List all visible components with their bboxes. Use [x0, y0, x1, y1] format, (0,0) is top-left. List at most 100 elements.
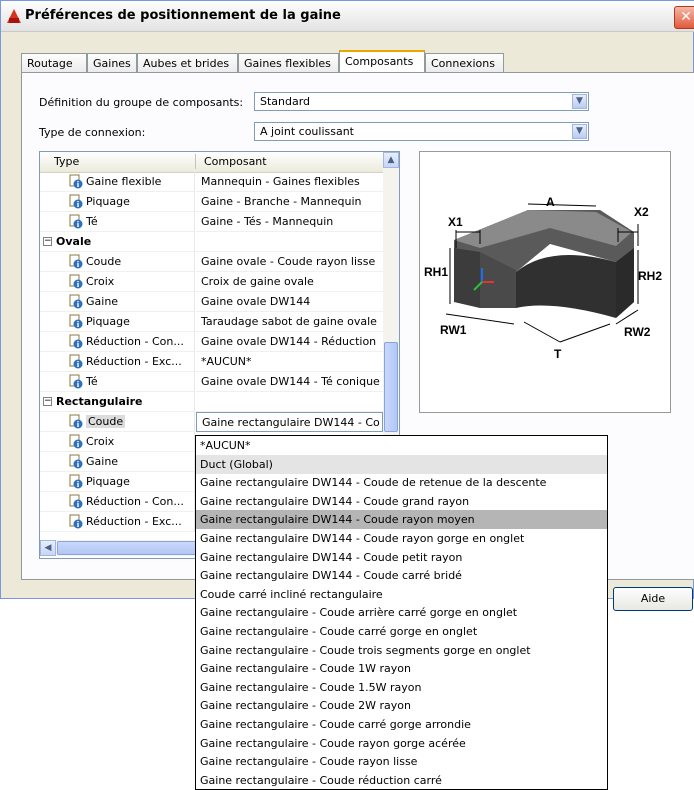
cell-component[interactable]: Gaine ovale DW144	[196, 292, 383, 312]
tab-gaines-flexibles[interactable]: Gaines flexibles	[238, 53, 339, 72]
cell-type[interactable]: Piquage	[40, 192, 195, 212]
table-row[interactable]: Piquage Taraudage sabot de gaine ovale	[40, 312, 383, 332]
row-component-value: Gaine ovale - Coude rayon lisse	[201, 255, 376, 268]
dropdown-option[interactable]: Gaine rectangulaire - Coude rayon gorge …	[196, 734, 607, 753]
table-row[interactable]: Té Gaine - Tés - Mannequin	[40, 212, 383, 232]
cell-type[interactable]: − Ovale	[40, 232, 195, 252]
dropdown-option[interactable]: Gaine rectangulaire - Coude 1.5W rayon	[196, 678, 607, 697]
cell-type[interactable]: Croix	[40, 272, 195, 292]
table-row[interactable]: Té Gaine ovale DW144 - Té conique	[40, 372, 383, 392]
scroll-left-icon[interactable]: ◀	[40, 540, 56, 556]
group-definition-value: Standard	[260, 95, 311, 108]
dim-label-t: T	[554, 347, 562, 361]
component-dropdown-list[interactable]: *AUCUN* Duct (Global) Gaine rectangulaire …	[195, 435, 608, 790]
tab-connexions[interactable]: Connexions	[425, 53, 504, 72]
dropdown-option[interactable]: Gaine rectangulaire DW144 - Coude rayon …	[196, 529, 607, 548]
table-row[interactable]: Piquage Gaine - Branche - Mannequin	[40, 192, 383, 212]
dropdown-option[interactable]: Gaine rectangulaire - Coude arrière carr…	[196, 603, 607, 622]
tab-composants[interactable]: Composants	[339, 50, 425, 72]
column-header-component[interactable]: Composant	[204, 155, 267, 168]
dropdown-option[interactable]: Duct (Global)	[196, 454, 607, 474]
dropdown-option[interactable]: Gaine rectangulaire - Coude 1W rayon	[196, 659, 607, 678]
cell-component[interactable]: Gaine - Branche - Mannequin	[196, 192, 383, 212]
dropdown-option[interactable]: Gaine rectangulaire DW144 - Coude rayon …	[196, 510, 607, 530]
dim-label-rw1: RW1	[440, 323, 467, 337]
dropdown-option[interactable]: Gaine rectangulaire - Coude rayon lisse	[196, 752, 607, 771]
table-row[interactable]: Gaine Gaine ovale DW144	[40, 292, 383, 312]
cell-component[interactable]: Gaine ovale - Coude rayon lisse	[196, 252, 383, 272]
cell-type[interactable]: Gaine	[40, 292, 195, 312]
component-combo-cell[interactable]: Gaine rectangulaire DW144 - Co	[196, 412, 383, 432]
connection-type-select[interactable]: A joint coulissant ▼	[254, 122, 589, 141]
component-info-icon	[69, 274, 83, 289]
cell-type[interactable]: − Rectangulaire	[40, 392, 195, 412]
dropdown-option[interactable]: Coude carré incliné rectangulaire	[196, 585, 607, 604]
table-row[interactable]: Gaine flexible Mannequin - Gaines flexibl…	[40, 172, 383, 192]
tab-aubes-brides[interactable]: Aubes et brides	[137, 53, 238, 72]
component-info-icon	[69, 334, 83, 349]
cell-type[interactable]: Piquage	[40, 312, 195, 332]
dropdown-option[interactable]: *AUCUN*	[196, 436, 607, 455]
cell-type[interactable]: Réduction - Con...	[40, 332, 195, 352]
help-button[interactable]: Aide	[613, 587, 693, 611]
cell-type[interactable]: Gaine	[40, 452, 195, 472]
hscroll-thumb[interactable]	[57, 541, 207, 555]
cell-component[interactable]: Taraudage sabot de gaine ovale	[196, 312, 383, 332]
chevron-down-icon[interactable]: ▼	[572, 94, 587, 109]
row-type-label: Té	[86, 215, 98, 228]
dropdown-option[interactable]: Gaine rectangulaire DW144 - Coude grand …	[196, 492, 607, 511]
cell-component[interactable]	[196, 392, 383, 412]
collapse-icon[interactable]: −	[43, 397, 52, 406]
row-component-value: *AUCUN*	[201, 355, 252, 368]
category-label: Ovale	[56, 235, 92, 248]
dropdown-option[interactable]: Gaine rectangulaire - Coude carré gorge …	[196, 622, 607, 641]
elbow-diagram: A X1 X2 RH1 RH2 RW1 RW2 T	[424, 195, 662, 361]
cell-component[interactable]: Mannequin - Gaines flexibles	[196, 172, 383, 192]
table-row[interactable]: Coude Gaine rectangulaire DW144 - Co	[40, 412, 383, 432]
close-button[interactable]: ✕	[674, 6, 694, 29]
dropdown-option[interactable]: Gaine rectangulaire DW144 - Coude petit …	[196, 548, 607, 567]
dropdown-option[interactable]: Gaine rectangulaire - Coude 2W rayon	[196, 696, 607, 715]
table-row[interactable]: Coude Gaine ovale - Coude rayon lisse	[40, 252, 383, 272]
table-row[interactable]: Croix Croix de gaine ovale	[40, 272, 383, 292]
tab-gaines[interactable]: Gaines	[87, 53, 137, 72]
row-type-label: Gaine	[86, 295, 119, 308]
grid-category-row[interactable]: − Ovale	[40, 232, 383, 252]
row-component-value: Gaine ovale DW144 - Té conique	[201, 375, 380, 388]
cell-component[interactable]: Gaine - Tés - Mannequin	[196, 212, 383, 232]
group-definition-select[interactable]: Standard ▼	[254, 92, 589, 111]
collapse-icon[interactable]: −	[43, 237, 52, 246]
cell-type[interactable]: Té	[40, 372, 195, 392]
column-header-type[interactable]: Type	[54, 155, 79, 168]
dropdown-option[interactable]: Gaine rectangulaire - Coude trois segmen…	[196, 641, 607, 660]
scroll-thumb[interactable]	[384, 342, 398, 432]
cell-component[interactable]	[196, 232, 383, 252]
cell-component[interactable]: *AUCUN*	[196, 352, 383, 372]
tab-routage[interactable]: Routage	[21, 53, 87, 72]
dropdown-option[interactable]: Gaine rectangulaire - Coude carré gorge …	[196, 715, 607, 734]
chevron-down-icon[interactable]: ▼	[572, 124, 587, 139]
row-type-label: Piquage	[86, 195, 130, 208]
column-divider[interactable]	[195, 154, 196, 169]
title-bar[interactable]: Préférences de positionnement de la gain…	[1, 1, 694, 32]
cell-type[interactable]: Réduction - Con...	[40, 492, 195, 512]
cell-type[interactable]: Gaine flexible	[40, 172, 195, 192]
table-row[interactable]: Réduction - Con... Gaine ovale DW144 - Ré…	[40, 332, 383, 352]
table-row[interactable]: Réduction - Exc... *AUCUN*	[40, 352, 383, 372]
cell-type[interactable]: Réduction - Exc...	[40, 352, 195, 372]
scroll-up-icon[interactable]: ▲	[383, 152, 399, 168]
cell-type[interactable]: Té	[40, 212, 195, 232]
cell-type[interactable]: Réduction - Exc...	[40, 512, 195, 532]
grid-category-row[interactable]: − Rectangulaire	[40, 392, 383, 412]
cell-type[interactable]: Piquage	[40, 472, 195, 492]
cell-component[interactable]: Gaine ovale DW144 - Té conique	[196, 372, 383, 392]
dropdown-option[interactable]: Gaine rectangulaire DW144 - Coude carré …	[196, 566, 607, 585]
dropdown-option[interactable]: Gaine rectangulaire DW144 - Coude de ret…	[196, 473, 607, 492]
row-type-label: Gaine flexible	[86, 175, 162, 188]
cell-type[interactable]: Croix	[40, 432, 195, 452]
dropdown-option[interactable]: Gaine rectangulaire - Coude réduction ca…	[196, 771, 607, 789]
cell-type[interactable]: Coude	[40, 252, 195, 272]
cell-type[interactable]: Coude	[40, 412, 195, 432]
cell-component[interactable]: Gaine ovale DW144 - Réduction	[196, 332, 383, 352]
cell-component[interactable]: Croix de gaine ovale	[196, 272, 383, 292]
